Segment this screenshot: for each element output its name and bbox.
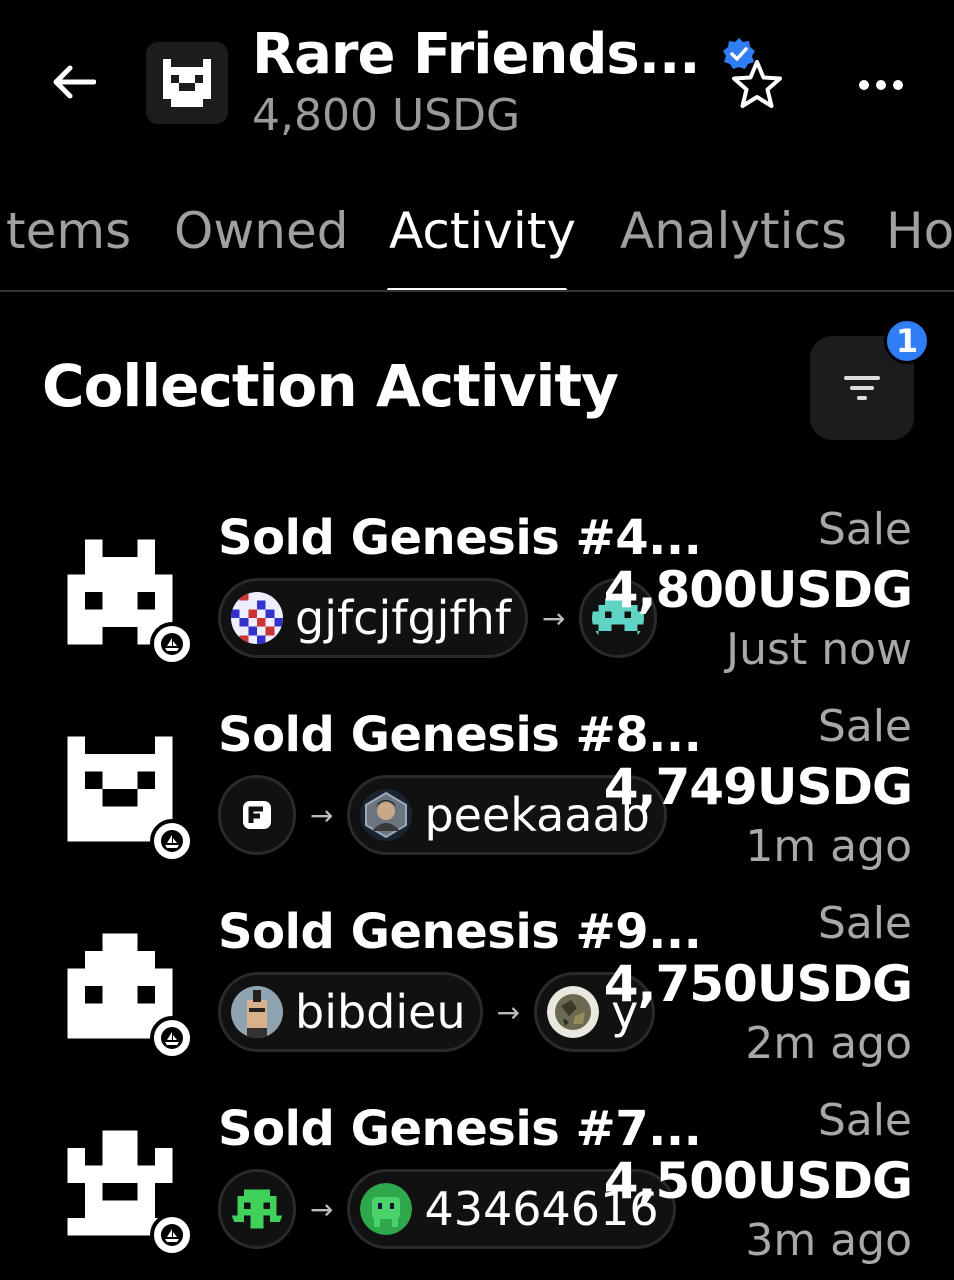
top-bar: Rare Friends... 4,800 USDG xyxy=(0,0,954,170)
tab-analytics[interactable]: Analytics xyxy=(620,202,847,260)
activity-price: 4,749USDG xyxy=(603,758,913,816)
green-blob-avatar-icon xyxy=(360,1183,413,1235)
checker-avatar-icon xyxy=(231,592,283,644)
activity-type: Sale xyxy=(817,701,912,752)
favorite-button[interactable] xyxy=(728,56,786,114)
transfer-arrow-icon: → xyxy=(310,798,334,832)
filter-count-badge: 1 xyxy=(884,318,930,364)
floor-price: 4,800 USDG xyxy=(252,90,521,141)
activity-type: Sale xyxy=(817,1095,912,1146)
back-arrow-icon xyxy=(53,65,96,99)
activity-row[interactable]: Sold Genesis #9... bibdieu → y Sale 4,75… xyxy=(0,894,954,1084)
activity-row[interactable]: Sold Genesis #8... → peekaaab Sale 4,749… xyxy=(0,697,954,887)
camo-avatar-icon xyxy=(547,986,600,1038)
more-options-button[interactable] xyxy=(852,56,910,114)
from-user-label: bibdieu xyxy=(295,985,466,1039)
tab-holders[interactable]: Ho xyxy=(886,202,954,260)
activity-time: 1m ago xyxy=(745,821,912,872)
transfer-arrow-icon: → xyxy=(310,1192,334,1226)
chain-icon xyxy=(150,819,194,863)
more-dots-icon xyxy=(859,80,903,90)
tab-activity[interactable]: Activity xyxy=(389,202,576,260)
activity-price: 4,500USDG xyxy=(603,1152,913,1210)
activity-time: Just now xyxy=(726,624,912,675)
chain-icon xyxy=(150,1213,194,1257)
transfer-arrow-icon: → xyxy=(541,601,566,635)
activity-row[interactable]: Sold Genesis #4... gjfcjfgjfhf → Sale 4,… xyxy=(0,500,954,690)
collection-logo xyxy=(146,42,228,124)
section-title: Collection Activity xyxy=(42,352,619,420)
from-user-label: gjfcjfgjfhf xyxy=(295,591,511,645)
back-button[interactable] xyxy=(44,52,104,112)
portrait-avatar-icon xyxy=(360,789,413,841)
green-invader-avatar-icon xyxy=(231,1183,283,1235)
activity-type: Sale xyxy=(817,898,912,949)
activity-time: 3m ago xyxy=(745,1215,912,1266)
activity-type: Sale xyxy=(817,504,912,555)
chain-icon xyxy=(150,622,194,666)
tab-owned[interactable]: Owned xyxy=(174,202,348,260)
from-user-pill[interactable] xyxy=(218,1169,296,1249)
activity-price: 4,800USDG xyxy=(603,561,913,619)
activity-time: 2m ago xyxy=(745,1018,912,1069)
from-user-pill[interactable]: gjfcjfgjfhf xyxy=(218,578,528,658)
tab-items[interactable]: tems xyxy=(6,202,131,260)
from-user-pill[interactable]: bibdieu xyxy=(218,972,483,1052)
active-tab-indicator xyxy=(387,288,567,290)
from-user-pill[interactable] xyxy=(218,775,296,855)
transfer-arrow-icon: → xyxy=(496,995,521,1029)
f-logo-avatar-icon xyxy=(231,789,283,841)
star-icon xyxy=(732,60,782,108)
activity-price: 4,750USDG xyxy=(603,955,913,1013)
filter-icon xyxy=(844,376,880,400)
tab-bar: tems Owned Activity Analytics Ho xyxy=(0,190,954,292)
chain-icon xyxy=(150,1016,194,1060)
collection-title: Rare Friends... xyxy=(252,21,701,87)
activity-row[interactable]: Sold Genesis #7... → 43464616 Sale 4,500… xyxy=(0,1091,954,1280)
punk-avatar-icon xyxy=(231,986,283,1038)
